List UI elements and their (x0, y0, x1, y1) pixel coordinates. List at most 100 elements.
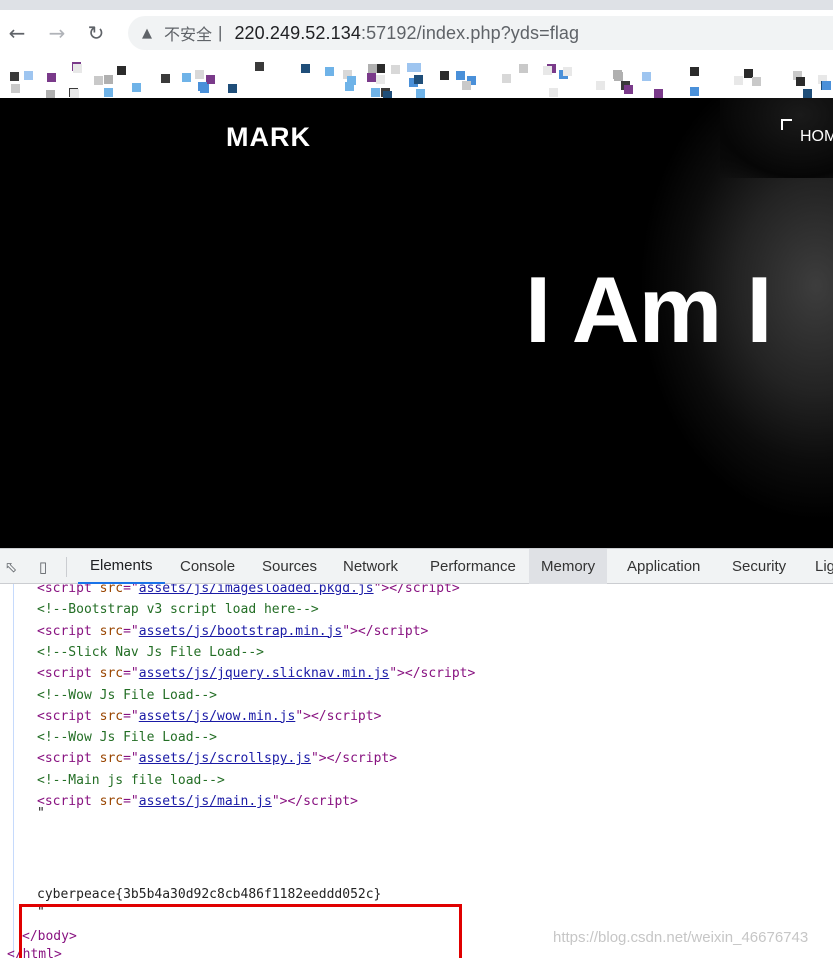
bookmark-block (368, 64, 377, 73)
bookmark-block (543, 66, 552, 75)
bookmark-block (796, 77, 805, 86)
bookmark-block (325, 67, 334, 76)
bookmark-block (117, 66, 126, 75)
script-tag-line[interactable]: <script src="assets/js/bootstrap.min.js"… (37, 623, 428, 641)
bookmark-block (347, 76, 356, 85)
tab-strip (0, 0, 833, 10)
script-src-link: assets/js/jquery.slicknav.min.js (138, 666, 390, 682)
tab-application[interactable]: Application (615, 549, 712, 584)
bookmark-block (391, 65, 400, 74)
bookmark-block (416, 89, 425, 98)
address-bar[interactable]: ▲ 不安全 | 220.249.52.134:57192/index.php?y… (128, 16, 833, 50)
devtools-panel: ⬁ ▯ Elements Console Sources Network Per… (0, 548, 833, 958)
bookmark-block (440, 71, 449, 80)
script-tag-line[interactable]: <script src="assets/js/jquery.slicknav.m… (37, 665, 475, 683)
html-comment-line[interactable]: <!--Wow Js File Load--> (37, 729, 217, 747)
bookmark-block (376, 64, 385, 73)
bookmark-block (10, 72, 19, 81)
bookmark-block (563, 67, 572, 76)
toolbar-divider (66, 557, 67, 577)
device-toolbar-icon[interactable]: ▯ (33, 557, 53, 577)
bookmark-block (654, 89, 663, 98)
script-src-link: assets/js/wow.min.js (138, 708, 296, 724)
bookmark-block (519, 64, 528, 73)
bookmark-block (206, 75, 215, 84)
bookmark-block (94, 76, 103, 85)
elements-tree: " cyberpeace{3b5b4a30d92c8cb486f1182eedd… (0, 584, 833, 958)
site-logo[interactable]: MARK (226, 122, 311, 153)
url-path: :57192/index.php?yds=flag (360, 22, 580, 43)
bookmark-block (502, 74, 511, 83)
back-arrow-icon[interactable]: ← (6, 21, 28, 45)
bookmark-block (47, 73, 56, 82)
html-comment-line[interactable]: <!--Bootstrap v3 script load here--> (37, 601, 319, 619)
watermark: https://blog.csdn.net/weixin_46676743 (553, 929, 809, 946)
bookmark-block (367, 73, 376, 82)
script-tag-line[interactable]: <script src="assets/js/scrollspy.js"></s… (37, 750, 397, 768)
bookmark-block (301, 64, 310, 73)
bookmark-block (624, 85, 633, 94)
html-comment-line[interactable]: <!--Slick Nav Js File Load--> (37, 644, 264, 662)
script-tag-line[interactable]: <script src="assets/js/imagesloaded.pkgd… (37, 584, 460, 598)
inspect-element-icon[interactable]: ⬁ (1, 557, 21, 577)
bookmark-block (195, 70, 204, 79)
bookmark-block (73, 64, 82, 73)
script-tag-line[interactable]: <script src="assets/js/wow.min.js"></scr… (37, 708, 381, 726)
bookmark-block (200, 84, 209, 93)
bookmark-block (690, 87, 699, 96)
bookmark-block (462, 81, 471, 90)
devtools-toolbar: ⬁ ▯ Elements Console Sources Network Per… (0, 548, 833, 584)
bookmark-block (614, 72, 623, 81)
bookmark-block (11, 84, 20, 93)
bookmark-block (46, 90, 55, 98)
bookmark-block (228, 84, 237, 93)
tab-security[interactable]: Security (720, 549, 798, 584)
script-tag-line[interactable]: <script src="assets/js/main.js"></script… (37, 793, 358, 811)
bookmark-block (70, 89, 79, 98)
reload-icon[interactable]: ↻ (85, 21, 107, 45)
bookmark-block (104, 88, 113, 97)
tab-network[interactable]: Network (331, 549, 410, 584)
bookmark-block (182, 73, 191, 82)
tab-lighthouse[interactable]: Lig (803, 549, 833, 584)
bookmark-block (690, 67, 699, 76)
bookmark-block (383, 91, 392, 98)
url-host: 220.249.52.134 (234, 22, 361, 43)
tab-memory[interactable]: Memory (529, 549, 608, 584)
nav-home-link[interactable]: HOM (800, 128, 833, 146)
html-comment-line[interactable]: <!--Main js file load--> (37, 772, 225, 790)
bookmark-block (822, 81, 831, 90)
tab-sources[interactable]: Sources (250, 549, 329, 584)
tab-elements[interactable]: Elements (78, 549, 165, 584)
bookmark-block (24, 71, 33, 80)
warning-icon[interactable]: ▲ (140, 26, 154, 41)
hero-heading: I Am I (525, 257, 772, 362)
bookmark-block (104, 75, 113, 84)
script-src-link: assets/js/bootstrap.min.js (138, 623, 343, 639)
bookmark-block (161, 74, 170, 83)
bookmark-block (734, 76, 743, 85)
bookmark-block (255, 62, 264, 71)
html-comment-line[interactable]: <!--Wow Js File Load--> (37, 687, 217, 705)
tab-performance[interactable]: Performance (418, 549, 528, 584)
script-src-link: assets/js/scrollspy.js (138, 751, 311, 767)
flag-text[interactable]: cyberpeace{3b5b4a30d92c8cb486f1182eeddd0… (37, 886, 381, 904)
bookmarks-bar (0, 52, 833, 98)
security-label[interactable]: 不安全 (164, 21, 212, 45)
tree-gutter (13, 584, 14, 958)
script-src-link: assets/js/imagesloaded.pkgd.js (138, 584, 374, 596)
bookmark-block (132, 83, 141, 92)
bookmark-block (414, 75, 423, 84)
script-src-link: assets/js/main.js (138, 794, 272, 809)
bookmark-block (407, 63, 416, 72)
page-viewport: MARK HOM I Am I (0, 98, 833, 548)
url-separator: | (218, 23, 223, 42)
tab-console[interactable]: Console (168, 549, 247, 584)
browser-toolbar: ← → ↻ ▲ 不安全 | 220.249.52.134:57192/index… (0, 0, 833, 52)
url-text[interactable]: 220.249.52.134:57192/index.php?yds=flag (234, 23, 579, 44)
bookmark-block (376, 75, 385, 84)
bookmark-block (642, 72, 651, 81)
forward-arrow-icon[interactable]: → (46, 21, 68, 45)
nav-bracket-icon (781, 119, 792, 130)
bookmark-block (549, 88, 558, 97)
